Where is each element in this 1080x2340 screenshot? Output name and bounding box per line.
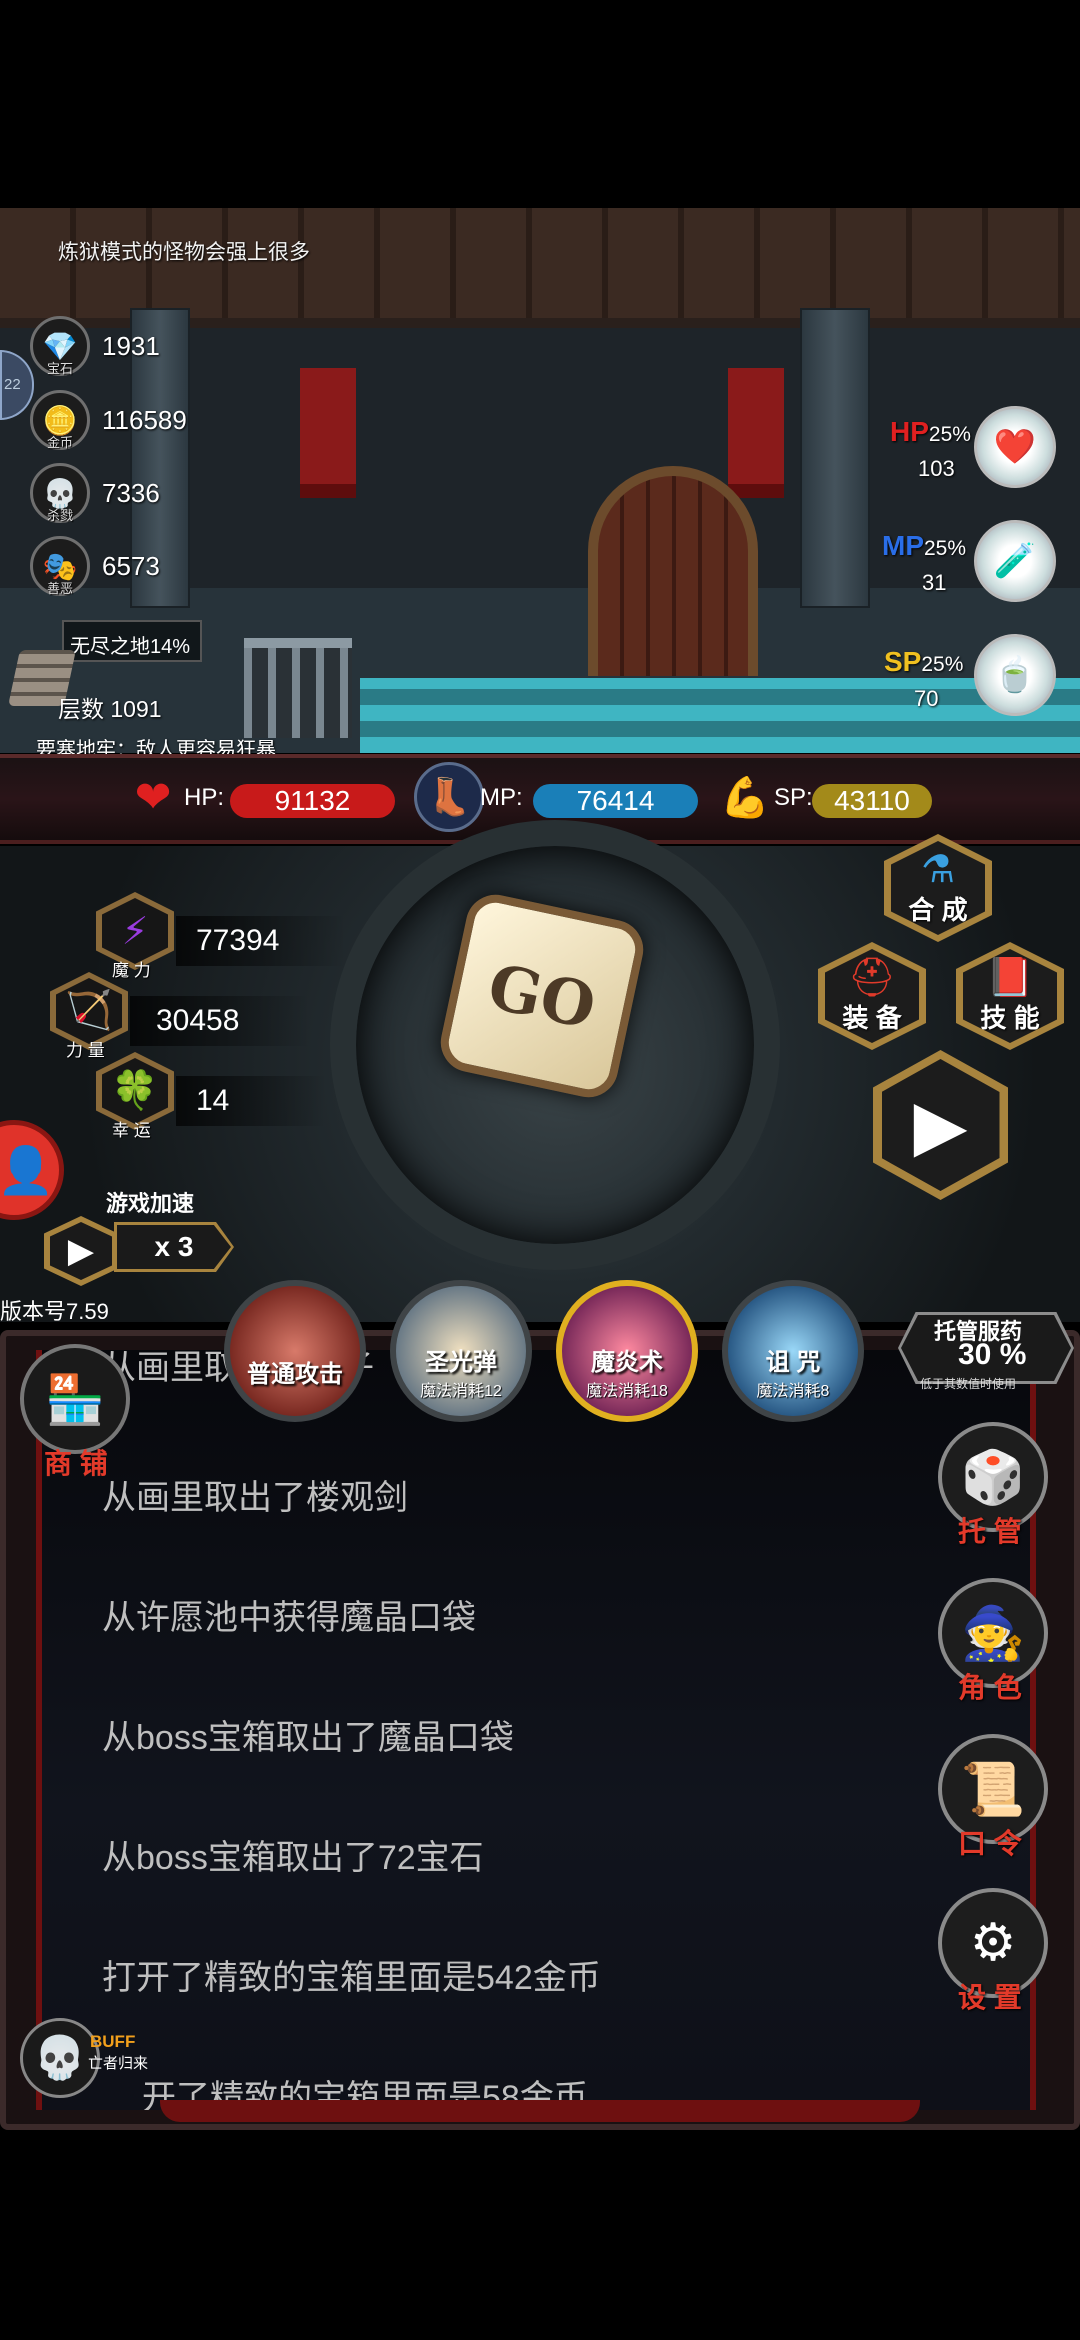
skill-name: 魔炎术 — [591, 1348, 663, 1376]
gear-icon: ⚙ — [969, 1914, 1017, 1972]
skill-fire-magic[interactable]: 魔炎术 魔法消耗18 — [556, 1280, 698, 1422]
settings-label: 设 置 — [958, 1982, 1022, 2013]
book-icon: 📕 — [986, 956, 1034, 999]
mp-potion-icon[interactable]: 🧪 — [974, 520, 1056, 602]
log-line: 从许愿池中获得魔晶口袋 — [102, 1599, 476, 1637]
skill-label: 技 能 — [980, 1002, 1040, 1033]
sp-muscle-icon: 💪 — [720, 775, 770, 820]
skill-name: 诅 咒 — [765, 1348, 821, 1376]
scene-banner — [728, 368, 784, 498]
helmet-icon: ⛑ — [847, 956, 897, 999]
hp-potion-icon[interactable]: ❤️ — [974, 406, 1056, 488]
magic-label: 魔 力 — [112, 961, 151, 980]
sp-potion-count: 70 — [914, 686, 939, 711]
resource-gem: 💎 宝石 1931 — [30, 316, 160, 376]
mask-icon: 🎭 善恶 — [30, 536, 90, 596]
resource-karma: 🎭 善恶 6573 — [30, 536, 160, 596]
mp-bar: 76414 — [533, 784, 698, 818]
version-label: 版本号7.59 — [0, 1299, 109, 1324]
speed-play-icon: ▶ — [44, 1216, 118, 1286]
log-bottom-trim — [160, 2100, 920, 2122]
scroll-icon: 📜 — [960, 1760, 1026, 1819]
battle-log[interactable]: 从画里取出了楼子 从画里取出了楼观剑 从许愿池中获得魔晶口袋 从boss宝箱取出… — [36, 1350, 1036, 2110]
shop-icon: 🏪 — [45, 1373, 105, 1427]
play-icon: ▶ — [913, 1086, 968, 1164]
log-line: 从boss宝箱取出了魔晶口袋 — [102, 1719, 514, 1757]
mp-boot-icon: 👢 — [414, 762, 484, 832]
character-label: 角 色 — [958, 1672, 1022, 1703]
skill-cost: 魔法消耗18 — [586, 1382, 668, 1400]
sp-bar: 43110 — [812, 784, 932, 818]
sp-potion-icon[interactable]: 🍵 — [974, 634, 1056, 716]
endless-progress: 无尽之地14% — [62, 620, 202, 662]
skill-cost: 魔法消耗12 — [420, 1382, 502, 1400]
floor-count: 层数 1091 — [58, 696, 162, 722]
heart-icon: ❤ — [134, 772, 172, 822]
dice-icon: 🎲 — [960, 1448, 1026, 1507]
log-line: 从boss宝箱取出了72宝石 — [102, 1839, 484, 1877]
craft-label: 合 成 — [908, 894, 968, 925]
mp-potion-count: 31 — [922, 570, 947, 595]
skill-name: 圣光弹 — [425, 1348, 497, 1376]
log-line: 从画里取出了楼观剑 — [102, 1479, 408, 1517]
craft-icon: ⚗ — [920, 848, 956, 891]
gem-icon: 💎 宝石 — [30, 316, 90, 376]
luck-value: 14 — [196, 1084, 230, 1117]
code-label: 口 令 — [958, 1828, 1022, 1859]
auto-potion-percent[interactable]: 30 % — [958, 1338, 1026, 1372]
skill-holy-bolt[interactable]: 圣光弹 魔法消耗12 — [390, 1280, 532, 1422]
resource-kill: 💀 杀戮 7336 — [30, 463, 160, 523]
mode-tip: 炼狱模式的怪物会强上很多 — [58, 241, 310, 264]
luck-label: 幸 运 — [112, 1121, 151, 1140]
speed-multiplier: x 3 — [114, 1222, 234, 1272]
hp-label: HP: — [184, 784, 225, 811]
scene-door — [588, 466, 758, 676]
hp-bar: 91132 — [230, 784, 395, 818]
sp-label: SP: — [774, 784, 813, 811]
hooded-figure-icon: 🧙 — [960, 1604, 1026, 1663]
skill-curse[interactable]: 诅 咒 魔法消耗8 — [722, 1280, 864, 1422]
buff-name: 亡者归来 — [88, 2055, 149, 2072]
hp-potion-label: HP25% — [890, 416, 971, 447]
kill-count: 7336 — [102, 477, 160, 508]
karma-count: 6573 — [102, 550, 160, 581]
strength-value: 30458 — [156, 1004, 240, 1037]
game-speed-button[interactable]: ▶ x 3 — [44, 1216, 234, 1286]
gold-coin-icon: 🪙 金币 — [30, 390, 90, 450]
sp-potion-label: SP25% — [884, 646, 964, 677]
magic-value: 77394 — [196, 924, 280, 957]
auto-label: 托 管 — [958, 1516, 1022, 1547]
strength-label: 力 量 — [66, 1041, 105, 1060]
buff-title: BUFF — [90, 2032, 136, 2051]
scene-banner — [300, 368, 356, 498]
shop-label: 商 铺 — [44, 1448, 108, 1479]
log-line: 打开了精致的宝箱里面是542金币 — [102, 1959, 601, 1997]
skill-name: 普通攻击 — [247, 1360, 343, 1388]
hp-potion-count: 103 — [918, 456, 955, 481]
mp-label: MP: — [480, 784, 523, 811]
scene-gate — [244, 638, 352, 738]
gem-count: 1931 — [102, 330, 160, 361]
auto-potion-note: 低于其数值时使用 — [920, 1377, 1017, 1391]
skill-cost: 魔法消耗8 — [756, 1382, 830, 1400]
shop-button[interactable]: 🏪 — [20, 1344, 130, 1454]
speed-label: 游戏加速 — [106, 1191, 195, 1216]
equip-label: 装 备 — [842, 1002, 902, 1033]
scene-stairs — [360, 678, 1080, 753]
mp-potion-label: MP25% — [882, 530, 967, 561]
skull-icon: 💀 杀戮 — [30, 463, 90, 523]
skill-normal-attack[interactable]: 普通攻击 — [224, 1280, 366, 1422]
go-dice-button[interactable]: GO — [435, 889, 649, 1103]
resource-gold: 🪙 金币 116589 — [30, 390, 187, 450]
scene-pillar — [800, 308, 870, 608]
gold-count: 116589 — [102, 404, 187, 435]
